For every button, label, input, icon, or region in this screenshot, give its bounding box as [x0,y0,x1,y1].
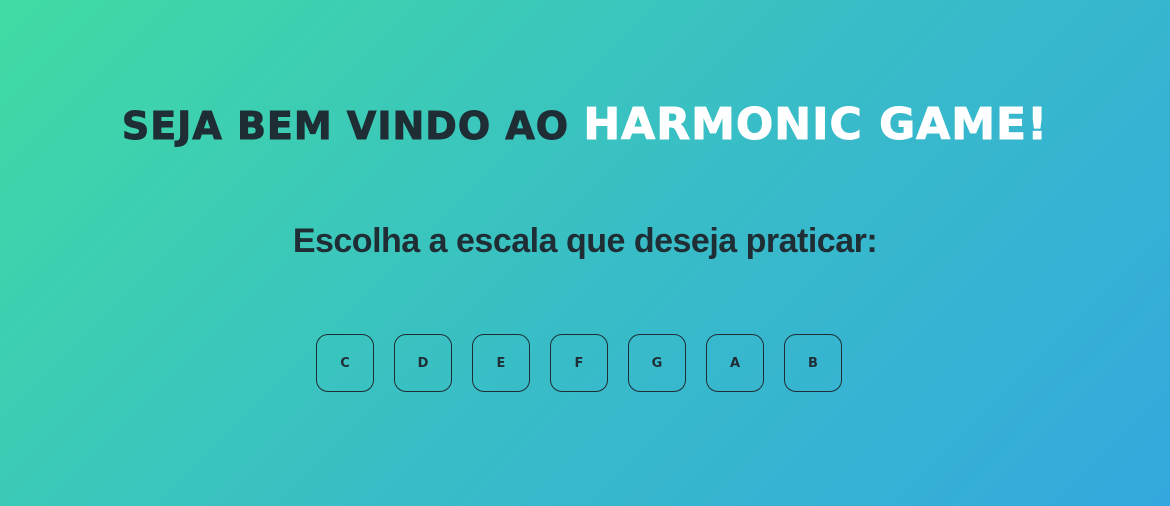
scale-button-e[interactable]: E [472,334,530,392]
scale-prompt: Escolha a escala que deseja praticar: [292,222,878,260]
scale-button-group: C D E F G A B [316,334,842,392]
scale-button-b[interactable]: B [784,334,842,392]
title-prefix: SEJA BEM VINDO AO [121,104,584,149]
scale-button-f[interactable]: F [550,334,608,392]
scale-button-a[interactable]: A [706,334,764,392]
scale-button-c[interactable]: C [316,334,374,392]
scale-button-d[interactable]: D [394,334,452,392]
title-highlight: HARMONIC GAME! [583,99,1049,151]
page-title: SEJA BEM VINDO AO HARMONIC GAME! [0,97,1170,154]
scale-button-g[interactable]: G [628,334,686,392]
